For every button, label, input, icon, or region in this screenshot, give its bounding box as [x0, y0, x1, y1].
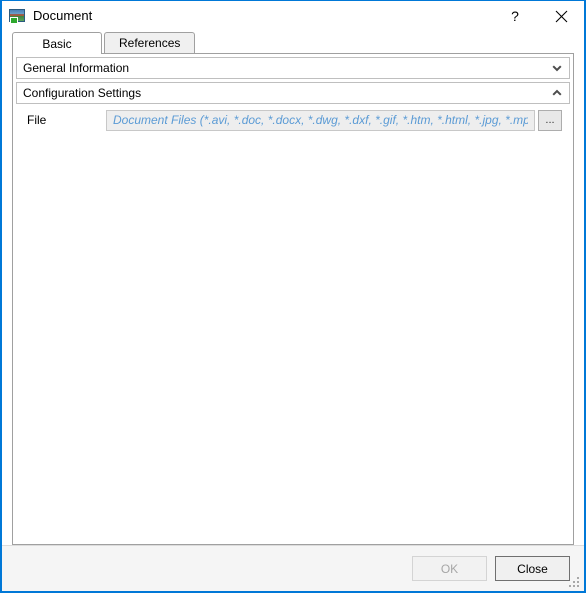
ok-button[interactable]: OK	[412, 556, 487, 581]
resize-grip-icon[interactable]	[569, 577, 581, 589]
tab-basic[interactable]: Basic	[12, 32, 102, 54]
chevron-down-icon	[552, 65, 562, 72]
chevron-up-icon	[552, 89, 562, 96]
basic-tab-panel: General Information Configuration Settin…	[12, 53, 574, 545]
file-path-input[interactable]	[106, 109, 535, 131]
group-header-configuration-settings-label: Configuration Settings	[23, 86, 142, 100]
document-dialog-window: Document ? Basic References General Info…	[0, 0, 586, 593]
window-title: Document	[33, 8, 93, 23]
title-bar-buttons: ?	[492, 1, 584, 31]
group-header-general-information[interactable]: General Information	[16, 57, 570, 79]
dialog-footer: OK Close	[2, 545, 584, 591]
close-button[interactable]: Close	[495, 556, 570, 581]
tab-references[interactable]: References	[104, 32, 196, 53]
group-header-general-information-label: General Information	[23, 61, 130, 75]
tab-basic-label: Basic	[42, 36, 72, 51]
file-field-label: File	[27, 113, 47, 127]
tab-references-label: References	[119, 36, 181, 50]
document-image-icon	[9, 8, 25, 24]
tab-strip: Basic References	[12, 31, 584, 54]
file-field-row: File ...	[16, 109, 570, 131]
help-button[interactable]: ?	[492, 1, 538, 31]
title-bar: Document ?	[2, 1, 584, 31]
close-icon	[555, 10, 567, 22]
close-window-button[interactable]	[538, 1, 584, 31]
browse-file-button[interactable]: ...	[538, 109, 562, 131]
group-header-configuration-settings[interactable]: Configuration Settings	[16, 82, 570, 104]
